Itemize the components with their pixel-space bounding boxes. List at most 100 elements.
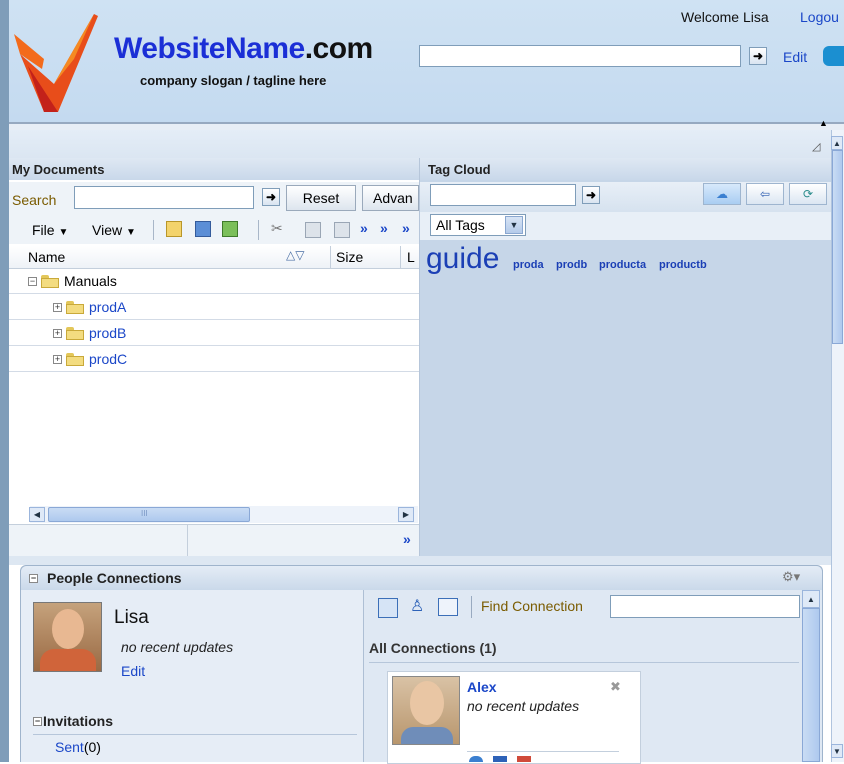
global-search-input[interactable]	[419, 45, 741, 67]
site-tld-text: .com	[304, 32, 374, 65]
documents-search-input[interactable]	[74, 186, 254, 209]
caret-down-icon: ▼	[125, 227, 136, 238]
new-document-icon[interactable]	[195, 221, 211, 237]
tree-row-proda[interactable]: + prodA	[9, 295, 419, 320]
collapse-icon[interactable]: −	[29, 573, 38, 583]
invitations-label: Invitations	[43, 713, 114, 729]
tag-cloud-title: Tag Cloud	[420, 158, 831, 180]
folder-icon	[66, 326, 84, 340]
contact-card-icon[interactable]	[378, 598, 398, 618]
toolbar-divider	[258, 220, 259, 240]
tree-row-manuals[interactable]: − Manuals	[9, 269, 419, 294]
copy-icon[interactable]	[305, 222, 321, 238]
reset-button[interactable]: Reset	[286, 185, 356, 211]
tree-row-prodb[interactable]: + prodB	[9, 321, 419, 346]
scroll-grip: III	[141, 509, 148, 518]
tree-item-label[interactable]: prodB	[89, 325, 126, 341]
chevron-left-icon: ◀	[33, 510, 41, 519]
chevron-right-icon: ▶	[402, 510, 410, 519]
connection-avatar[interactable]	[392, 676, 460, 745]
scroll-down-button[interactable]: ▼	[831, 744, 843, 758]
cloud-view-tab[interactable]: ☁	[703, 183, 741, 205]
settings-gear-icon[interactable]: ⚙▾	[782, 569, 800, 585]
new-folder-icon[interactable]	[166, 221, 182, 237]
tag-proda[interactable]: proda	[513, 259, 544, 271]
arrow-right-icon: ➜	[752, 49, 764, 63]
tree-row-prodc[interactable]: + prodC	[9, 347, 419, 372]
file-menu-label: File	[32, 222, 55, 238]
more-tools-icon[interactable]: »	[402, 220, 410, 236]
column-name[interactable]: Name	[28, 249, 65, 265]
expand-icon[interactable]: +	[53, 328, 62, 338]
folder-icon	[66, 300, 84, 314]
connections-scroll-up[interactable]: ▲	[802, 590, 820, 608]
window-left-border	[0, 0, 9, 762]
expand-icon[interactable]: +	[53, 302, 62, 312]
tag-search-input[interactable]	[430, 184, 576, 206]
profile-edit-link[interactable]: Edit	[121, 663, 145, 679]
cloud-icon: ☁	[716, 187, 728, 201]
all-connections-header: All Connections (1)	[369, 640, 497, 656]
scroll-up-button[interactable]: ▲	[831, 136, 843, 150]
sent-link[interactable]: Sent	[55, 739, 84, 755]
tag-producta[interactable]: producta	[599, 259, 646, 271]
resize-corner-icon[interactable]: ◿	[812, 140, 820, 153]
header-edit-link[interactable]: Edit	[783, 49, 807, 65]
card-action-icon[interactable]	[493, 756, 507, 762]
more-tools-icon[interactable]: »	[380, 220, 388, 236]
tag-view-tab[interactable]: ⇦	[746, 183, 784, 205]
tree-item-label[interactable]: prodA	[89, 299, 126, 315]
global-search-go-button[interactable]: ➜	[749, 47, 767, 65]
documents-footer	[9, 524, 419, 557]
tag-filter-select[interactable]: All Tags ▼	[430, 214, 526, 236]
footer-more-button[interactable]: »	[403, 531, 411, 547]
refresh-tab[interactable]: ⟳	[789, 183, 827, 205]
connections-scrollbar[interactable]	[802, 608, 820, 762]
logout-link[interactable]: Logou	[800, 9, 839, 25]
tag-prodb[interactable]: prodb	[556, 259, 587, 271]
site-name[interactable]: WebsiteName.com	[114, 32, 373, 66]
invitations-divider	[33, 734, 357, 735]
tag-search-go-button[interactable]: ➜	[582, 186, 600, 204]
section-gap	[9, 556, 831, 565]
file-menu[interactable]: File ▼	[32, 222, 68, 238]
column-l[interactable]: L	[407, 249, 415, 265]
tree-item-label[interactable]: Manuals	[64, 273, 117, 289]
chevron-down-icon[interactable]: ▼	[505, 216, 523, 234]
scroll-left-button[interactable]: ◀	[29, 507, 45, 522]
page-scrollbar-thumb[interactable]	[832, 150, 843, 344]
user-avatar	[33, 602, 102, 672]
person-icon[interactable]: ♙	[410, 596, 424, 616]
connections-divider	[369, 662, 799, 663]
remove-connection-icon[interactable]: ✖	[610, 679, 621, 695]
documents-h-scrollbar-thumb[interactable]: III	[48, 507, 250, 522]
upload-icon[interactable]	[222, 221, 238, 237]
tag-productb[interactable]: productb	[659, 259, 707, 271]
tree-item-label[interactable]: prodC	[89, 351, 127, 367]
advanced-search-button[interactable]: Advan	[362, 185, 419, 211]
collapse-icon[interactable]: −	[28, 276, 37, 286]
toolbar-divider	[471, 596, 472, 618]
view-menu[interactable]: View ▼	[92, 222, 136, 238]
connection-name[interactable]: Alex	[467, 679, 497, 695]
list-view-icon[interactable]	[438, 598, 458, 616]
find-connection-input[interactable]	[610, 595, 800, 618]
cut-icon[interactable]: ✂	[271, 220, 283, 237]
scroll-up-icon[interactable]: ▲	[819, 118, 828, 128]
paste-icon[interactable]	[334, 222, 350, 238]
welcome-text: Welcome Lisa	[681, 9, 769, 25]
sent-count: (0)	[83, 739, 101, 755]
invitations-header[interactable]: − Invitations	[33, 713, 113, 729]
chat-bubble-icon[interactable]	[823, 46, 844, 66]
card-action-icon[interactable]	[469, 756, 483, 762]
more-tools-icon[interactable]: »	[360, 220, 368, 236]
expand-icon[interactable]: +	[53, 354, 62, 364]
invitations-sent[interactable]: Sent(0)	[55, 739, 101, 755]
column-size[interactable]: Size	[336, 249, 363, 265]
documents-search-go-button[interactable]: ➜	[262, 188, 280, 206]
sort-arrows-icon[interactable]: △▽	[286, 248, 304, 262]
tag-guide[interactable]: guide	[426, 242, 499, 276]
card-action-icon[interactable]	[517, 756, 531, 762]
collapse-icon[interactable]: −	[33, 716, 42, 726]
scroll-right-button[interactable]: ▶	[398, 507, 414, 522]
